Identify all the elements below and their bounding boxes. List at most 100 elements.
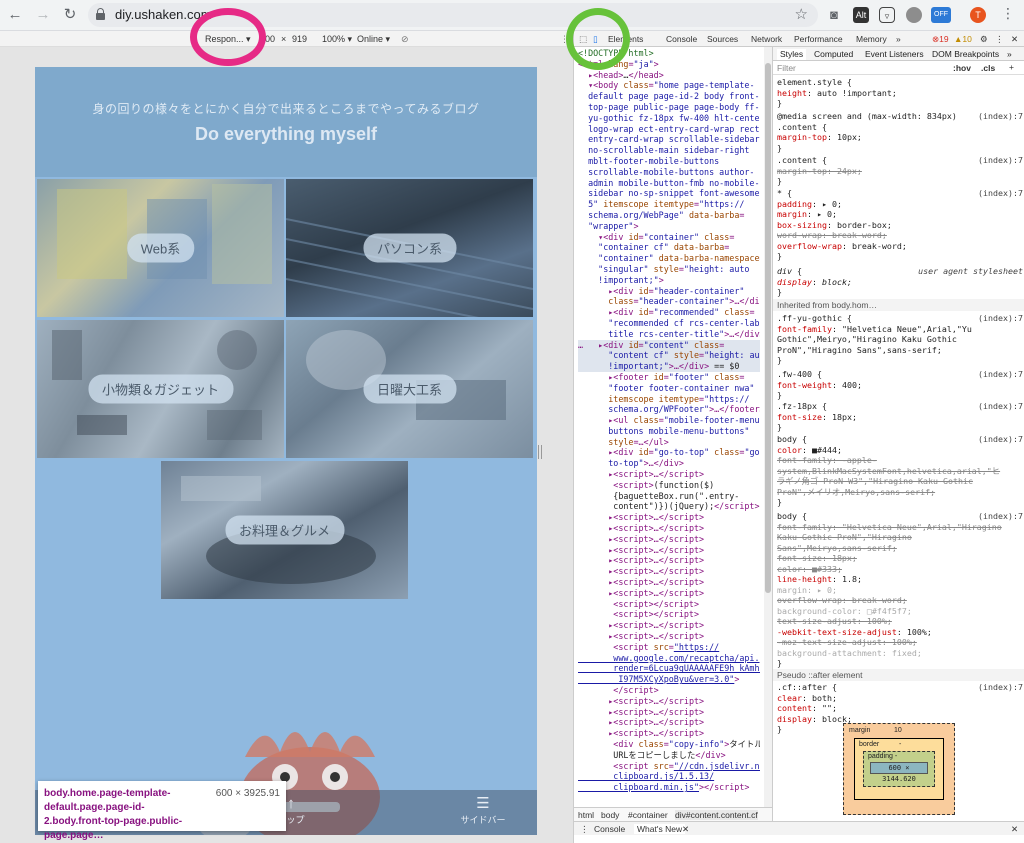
dom-node[interactable]: ▸<script>…</script> — [578, 707, 760, 718]
styles-filter-input[interactable]: Filter — [777, 63, 796, 74]
dom-node[interactable]: ▸<div id="go-to-top" class="go- — [578, 447, 760, 458]
pocket-icon[interactable]: ▿ — [879, 7, 895, 23]
dom-node[interactable]: ▾<div id="container" class= — [578, 232, 760, 243]
rotate-icon[interactable]: ⊘ — [401, 34, 409, 45]
dom-node[interactable]: ▸<script>…</script> — [578, 545, 760, 556]
category-tile-web[interactable]: Web系 — [37, 179, 284, 317]
browser-toolbar: ← → ↻ diy.ushaken.com ☆ ◙ Alt ▿ OFF T ⋮ — [0, 0, 1024, 31]
tab-styles-more[interactable]: » — [1007, 49, 1012, 60]
warning-count[interactable]: ▲10 — [954, 34, 972, 44]
tab-network[interactable]: Network — [751, 34, 782, 44]
box-model-diagram[interactable]: margin 10 border - padding - 600 × 3144.… — [843, 723, 955, 815]
crumb-container[interactable]: #container — [628, 810, 668, 820]
dom-node[interactable]: ▸<script>…</script> — [578, 555, 760, 566]
dom-node[interactable]: ▸<script>…</script> — [578, 577, 760, 588]
reload-icon[interactable]: ↻ — [60, 5, 80, 25]
drawer-tab-console[interactable]: Console — [594, 824, 625, 834]
scrollbar-thumb[interactable] — [765, 63, 771, 593]
css-rule[interactable]: element.style { height: auto !important;… — [777, 77, 1023, 109]
inherited-header[interactable]: Inherited from body.hom… — [773, 299, 1024, 311]
menu-kebab-icon[interactable]: ⋮ — [1001, 5, 1015, 22]
dom-node[interactable]: ▸<script>…</script> — [578, 588, 760, 599]
category-tile-diy[interactable]: 日曜大工系 — [286, 320, 533, 458]
star-icon[interactable]: ☆ — [795, 5, 808, 23]
css-rule[interactable]: .content {(index):7 margin-top: 24px; } — [777, 155, 1023, 187]
extension-alt-icon[interactable]: Alt — [853, 7, 869, 23]
category-tile-pc[interactable]: パソコン系 — [286, 179, 533, 317]
hov-toggle[interactable]: :hov — [953, 63, 971, 74]
css-rule[interactable]: body {(index):7 color: ■#444; font-famil… — [777, 434, 1023, 508]
dom-node[interactable]: ▸<script>…</script> — [578, 566, 760, 577]
dom-node[interactable]: ▸<head>…</head> — [578, 70, 760, 81]
tab-computed[interactable]: Computed — [814, 49, 853, 60]
error-count[interactable]: ⊗19 — [932, 34, 949, 45]
zoom-select[interactable]: 100% ▾ — [322, 34, 352, 45]
drawer-tab-whats-new[interactable]: What's New — [634, 824, 686, 834]
dom-node[interactable]: ▸<footer id="footer" class= — [578, 372, 760, 383]
dom-node[interactable]: ▸<script>…</script> — [578, 728, 760, 739]
css-rule[interactable]: .fw-400 {(index):7 font-weight: 400; } — [777, 369, 1023, 401]
dom-node[interactable]: ▸<script>…</script> — [578, 469, 760, 480]
site-subtitle: 身の回りの様々をとにかく自分で出来るところまでやってみるブログ — [92, 102, 480, 116]
category-label: お料理＆グルメ — [224, 515, 345, 545]
close-drawer-tab-icon[interactable]: ✕ — [682, 824, 689, 835]
crumb-content[interactable]: div#content.content.cf — [675, 810, 758, 820]
dom-node[interactable]: <div class="copy-info">タイトルと — [578, 739, 760, 750]
elements-tree[interactable]: <!DOCTYPE html> <html lang="ja"> ▸<head>… — [574, 47, 764, 807]
tab-more[interactable]: » — [896, 34, 901, 44]
dom-node[interactable]: ▸<div id="recommended" class= — [578, 307, 760, 318]
back-arrow-icon[interactable]: ← — [5, 5, 25, 25]
nav-sidebar-button[interactable]: ☰ サイドバー — [448, 795, 518, 826]
tab-sources[interactable]: Sources — [707, 34, 738, 44]
devtools-more-icon[interactable]: ⋮ — [995, 34, 1004, 45]
dom-node[interactable]: <script></script> — [578, 599, 760, 610]
dom-node[interactable]: ▾<body class="home page-template- — [578, 80, 760, 91]
tab-dom-breakpoints[interactable]: DOM Breakpoints — [932, 49, 999, 60]
extension-off-icon[interactable]: OFF — [931, 7, 951, 23]
dom-node[interactable]: <script src="//cdn.jsdelivr.net/ — [578, 761, 760, 772]
drawer-more-icon[interactable]: ⋮ — [580, 824, 589, 835]
add-rule-icon[interactable]: + — [1009, 62, 1014, 73]
crumb-html[interactable]: html — [578, 810, 594, 820]
category-tile-gadgets[interactable]: 小物類＆ガジェット — [37, 320, 284, 458]
dom-node[interactable]: <script src="https:// — [578, 642, 760, 653]
dom-node-selected[interactable]: … ▸<div id="content" class= — [578, 339, 760, 351]
extension-gray-icon[interactable] — [906, 7, 922, 23]
profile-avatar[interactable]: T — [970, 7, 986, 23]
elements-scrollbar[interactable] — [764, 47, 772, 807]
css-rule[interactable]: @media screen and (max-width: 834px) .co… — [777, 111, 1023, 153]
close-drawer-icon[interactable]: ✕ — [1011, 824, 1018, 835]
dom-node[interactable]: ▸<script>…</script> — [578, 523, 760, 534]
close-devtools-icon[interactable]: ✕ — [1011, 34, 1018, 45]
crumb-body[interactable]: body — [601, 810, 619, 820]
dom-node[interactable]: ▸<ul class="mobile-footer-menu- — [578, 415, 760, 426]
network-select[interactable]: Online ▾ — [357, 34, 390, 45]
css-rule[interactable]: .ff-yu-gothic {(index):7 font-family: "H… — [777, 313, 1023, 366]
tab-styles[interactable]: Styles — [777, 49, 807, 60]
css-rule[interactable]: body {(index):7 font-family: "Helvetica … — [777, 511, 1023, 669]
dom-node[interactable]: <script>(function($) — [578, 480, 760, 491]
tab-event-listeners[interactable]: Event Listeners — [865, 49, 924, 60]
tab-memory[interactable]: Memory — [856, 34, 887, 44]
dom-node[interactable]: ▸<script>…</script> — [578, 620, 760, 631]
dom-node[interactable]: ▸<script>…</script> — [578, 717, 760, 728]
forward-arrow-icon[interactable]: → — [33, 5, 53, 25]
dom-node[interactable]: ▸<script>…</script> — [578, 631, 760, 642]
dom-node[interactable]: ▸<script>…</script> — [578, 534, 760, 545]
box-model-content: 600 × 3144.620 — [870, 762, 928, 783]
dom-node[interactable]: ▸<script>…</script> — [578, 512, 760, 523]
css-rule[interactable]: .fz-18px {(index):7 font-size: 18px; } — [777, 401, 1023, 433]
viewport-resize-handle[interactable] — [538, 445, 542, 459]
site-title[interactable]: Do everything myself — [35, 124, 537, 145]
tab-performance[interactable]: Performance — [794, 34, 843, 44]
settings-gear-icon[interactable]: ⚙ — [980, 34, 988, 45]
category-tile-cooking[interactable]: お料理＆グルメ — [161, 461, 408, 599]
dom-node[interactable]: ▸<script>…</script> — [578, 696, 760, 707]
dom-node[interactable]: ▸<div id="header-container" — [578, 286, 760, 297]
css-rule[interactable]: * {(index):7 padding: ▸ 0; margin: ▸ 0; … — [777, 188, 1023, 262]
height-input[interactable]: 919 — [292, 34, 307, 44]
tab-console[interactable]: Console — [666, 34, 697, 44]
dom-node[interactable]: <script></script> — [578, 609, 760, 620]
camera-icon[interactable]: ◙ — [826, 7, 842, 23]
cls-toggle[interactable]: .cls — [981, 63, 995, 74]
